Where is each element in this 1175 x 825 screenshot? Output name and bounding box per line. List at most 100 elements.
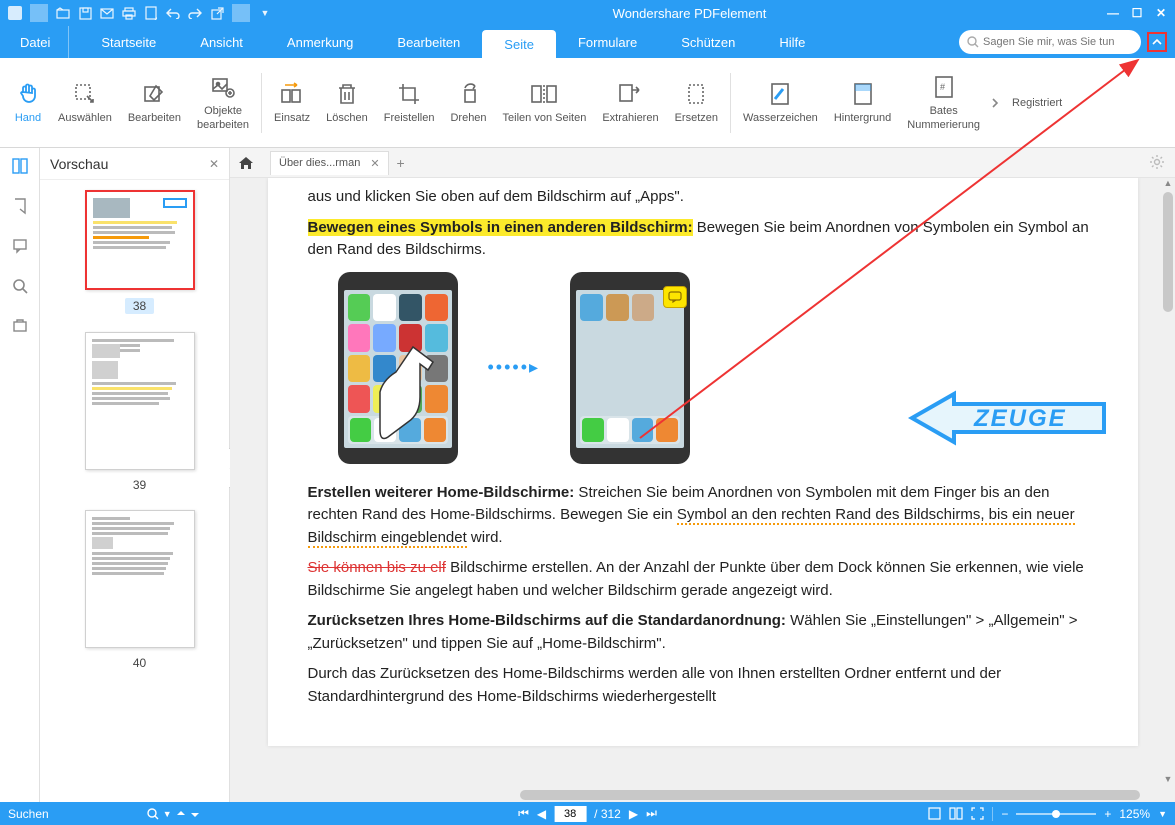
tool-replace[interactable]: Ersetzen bbox=[667, 63, 726, 143]
minimize-button[interactable]: — bbox=[1105, 6, 1121, 20]
tool-edit[interactable]: Bearbeiten bbox=[120, 63, 189, 143]
tool-extract[interactable]: Extrahieren bbox=[594, 63, 666, 143]
search-input[interactable] bbox=[983, 36, 1133, 48]
thumbnail-40[interactable]: 40 bbox=[70, 510, 209, 670]
title-bar: ▼ Wondershare PDFelement — ☐ ✕ bbox=[0, 0, 1175, 26]
menu-hilfe[interactable]: Hilfe bbox=[757, 26, 827, 58]
find-prev-icon[interactable] bbox=[176, 809, 186, 819]
tool-bates[interactable]: # Bates Nummerierung bbox=[899, 63, 988, 143]
prev-page-button[interactable]: ◀ bbox=[537, 807, 546, 821]
ribbon: Hand Auswählen Bearbeiten Objekte bearbe… bbox=[0, 58, 1175, 148]
thumbnails-panel-icon[interactable] bbox=[8, 154, 32, 178]
menu-startseite[interactable]: Startseite bbox=[79, 26, 178, 58]
settings-gear-icon[interactable] bbox=[1149, 154, 1165, 170]
tool-watermark[interactable]: Wasserzeichen bbox=[735, 63, 826, 143]
horizontal-scrollbar[interactable] bbox=[460, 788, 1161, 802]
tool-rotate[interactable]: Drehen bbox=[442, 63, 494, 143]
close-button[interactable]: ✕ bbox=[1153, 6, 1169, 20]
mail-icon[interactable] bbox=[98, 4, 116, 22]
status-bar: Suchen ▼ ⏮ ◀ / 312 ▶ ⏭ − + 125% ▼ bbox=[0, 802, 1175, 825]
last-page-button[interactable]: ⏭ bbox=[646, 806, 657, 821]
hscroll-thumb[interactable] bbox=[520, 790, 1140, 800]
tool-delete[interactable]: Löschen bbox=[318, 63, 376, 143]
collapse-ribbon-button[interactable] bbox=[1147, 32, 1167, 52]
zoom-in-button[interactable]: + bbox=[1104, 807, 1111, 821]
page-number-input[interactable] bbox=[554, 806, 586, 822]
tool-object-edit[interactable]: Objekte bearbeiten bbox=[189, 63, 257, 143]
fit-width-icon[interactable] bbox=[949, 807, 963, 820]
document-tab[interactable]: Über dies...rman ✕ bbox=[270, 151, 389, 175]
page-total: / 312 bbox=[594, 807, 621, 821]
menu-formulare[interactable]: Formulare bbox=[556, 26, 659, 58]
qat-dropdown-icon[interactable]: ▼ bbox=[256, 4, 274, 22]
maximize-button[interactable]: ☐ bbox=[1129, 6, 1145, 20]
save-icon[interactable] bbox=[76, 4, 94, 22]
tool-background[interactable]: Hintergrund bbox=[826, 63, 899, 143]
content-area: Über dies...rman ✕ + ◀ aus und klicken S… bbox=[230, 148, 1175, 802]
svg-text:ZEUGE: ZEUGE bbox=[973, 405, 1067, 432]
thumbnails-title: Vorschau bbox=[50, 156, 108, 172]
tool-split[interactable]: Teilen von Seiten bbox=[495, 63, 595, 143]
tool-insert[interactable]: Einsatz bbox=[266, 63, 318, 143]
tool-hand[interactable]: Hand bbox=[6, 63, 50, 143]
menu-bearbeiten[interactable]: Bearbeiten bbox=[375, 26, 482, 58]
arrow-stamp[interactable]: ZEUGE bbox=[908, 390, 1108, 446]
find-next-icon[interactable] bbox=[190, 809, 200, 819]
thumbnails-close-button[interactable]: ✕ bbox=[209, 157, 219, 171]
close-tab-button[interactable]: ✕ bbox=[370, 157, 379, 170]
document-page: aus und klicken Sie oben auf dem Bildsch… bbox=[268, 178, 1138, 746]
transition-dots-icon: •••••▸ bbox=[488, 354, 541, 381]
phone-illustration: •••••▸ bbox=[338, 272, 1098, 464]
registered-label[interactable]: Registriert bbox=[1002, 97, 1072, 109]
fit-page-icon[interactable] bbox=[928, 807, 941, 820]
zoom-slider[interactable] bbox=[1016, 813, 1096, 815]
print-icon[interactable] bbox=[120, 4, 138, 22]
svg-text:#: # bbox=[940, 82, 945, 92]
strikethrough-text: Sie können bis zu elf bbox=[308, 559, 446, 576]
menu-anmerkung[interactable]: Anmerkung bbox=[265, 26, 375, 58]
new-tab-button[interactable]: + bbox=[389, 155, 413, 171]
tool-select[interactable]: Auswählen bbox=[50, 63, 120, 143]
zoom-dropdown-icon[interactable]: ▼ bbox=[1158, 809, 1167, 819]
scroll-thumb[interactable] bbox=[1163, 192, 1173, 312]
undo-icon[interactable] bbox=[164, 4, 182, 22]
zoom-out-button[interactable]: − bbox=[1001, 807, 1008, 821]
app-title: Wondershare PDFelement bbox=[274, 6, 1105, 21]
export-icon[interactable] bbox=[208, 4, 226, 22]
redo-icon[interactable] bbox=[186, 4, 204, 22]
app-logo-icon[interactable] bbox=[6, 4, 24, 22]
highlighted-text: Bewegen eines Symbols in einen anderen B… bbox=[308, 219, 693, 236]
sticky-note-icon[interactable] bbox=[663, 286, 687, 308]
home-tab-icon[interactable] bbox=[238, 156, 260, 170]
first-page-button[interactable]: ⏮ bbox=[518, 806, 529, 821]
ribbon-more-button[interactable] bbox=[988, 73, 1002, 133]
vertical-scrollbar[interactable]: ▲ ▼ bbox=[1161, 178, 1175, 788]
menu-seite[interactable]: Seite bbox=[482, 30, 556, 58]
menu-file[interactable]: Datei bbox=[20, 26, 69, 58]
search-icon bbox=[967, 36, 979, 48]
next-page-button[interactable]: ▶ bbox=[629, 807, 638, 821]
document-viewer[interactable]: aus und klicken Sie oben auf dem Bildsch… bbox=[230, 178, 1175, 802]
zoom-level[interactable]: 125% bbox=[1119, 807, 1150, 821]
tool-crop[interactable]: Freistellen bbox=[376, 63, 443, 143]
thumbnails-panel: Vorschau ✕ 38 bbox=[40, 148, 230, 802]
find-icon[interactable] bbox=[147, 808, 159, 820]
main-area: Vorschau ✕ 38 bbox=[0, 148, 1175, 802]
document-tabs: Über dies...rman ✕ + bbox=[230, 148, 1175, 178]
menu-schuetzen[interactable]: Schützen bbox=[659, 26, 757, 58]
attachments-panel-icon[interactable] bbox=[8, 314, 32, 338]
menu-ansicht[interactable]: Ansicht bbox=[178, 26, 265, 58]
thumbnail-38[interactable]: 38 bbox=[70, 190, 209, 314]
comments-panel-icon[interactable] bbox=[8, 234, 32, 258]
search-panel-icon[interactable] bbox=[8, 274, 32, 298]
scan-icon[interactable] bbox=[142, 4, 160, 22]
fullscreen-icon[interactable] bbox=[971, 807, 984, 820]
menu-bar: Datei Startseite Ansicht Anmerkung Bearb… bbox=[0, 26, 1175, 58]
find-dropdown-icon[interactable]: ▼ bbox=[163, 809, 172, 819]
left-nav bbox=[0, 148, 40, 802]
thumbnail-39[interactable]: 39 bbox=[70, 332, 209, 492]
status-search-label[interactable]: Suchen bbox=[8, 807, 49, 821]
open-icon[interactable] bbox=[54, 4, 72, 22]
tell-me-search[interactable] bbox=[959, 30, 1141, 54]
bookmarks-panel-icon[interactable] bbox=[8, 194, 32, 218]
